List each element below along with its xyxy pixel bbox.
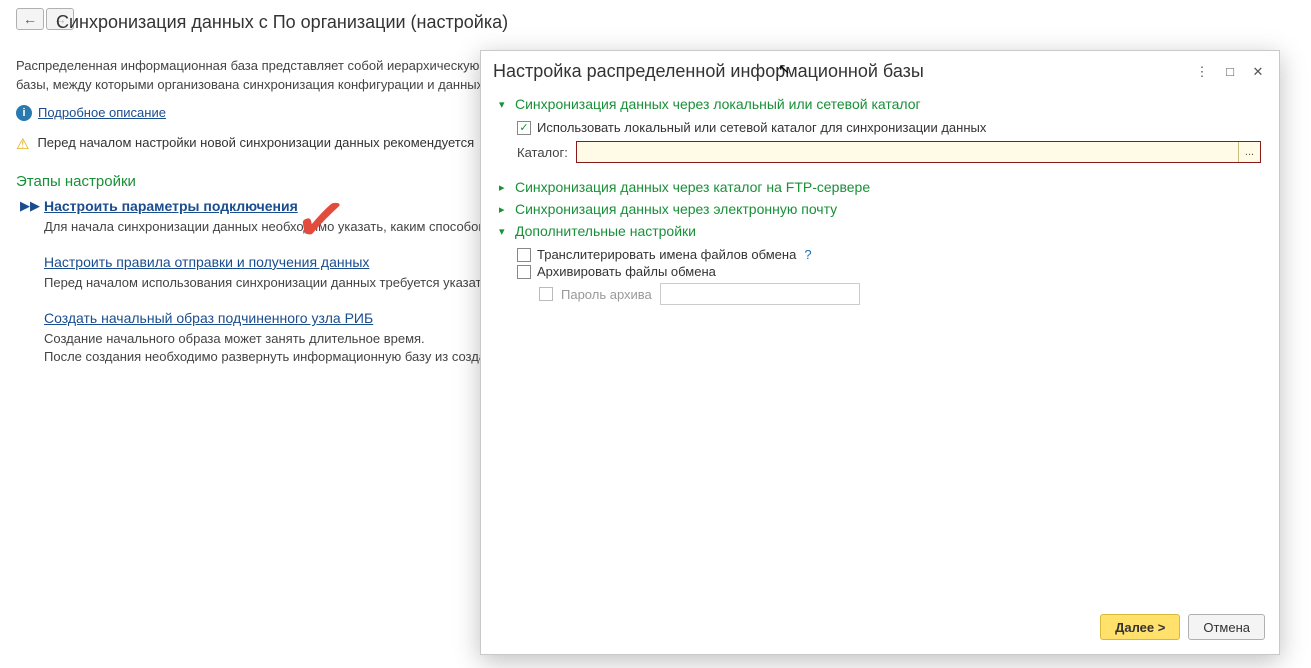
chevron-down-icon: ▾ (499, 225, 511, 238)
archive-password-row: Пароль архива (539, 283, 1261, 305)
chevron-right-icon: ▸ (499, 181, 511, 194)
dialog-title: Настройка распределенной информационной … (493, 61, 1191, 82)
translit-row: Транслитерировать имена файлов обмена ? (517, 247, 1261, 262)
settings-dialog: Настройка распределенной информационной … (480, 50, 1280, 655)
use-catalog-label: Использовать локальный или сетевой катал… (537, 120, 986, 135)
archive-label: Архивировать файлы обмена (537, 264, 716, 279)
translit-label: Транслитерировать имена файлов обмена (537, 247, 796, 262)
group-extra-title: Дополнительные настройки (515, 223, 696, 239)
dialog-header: Настройка распределенной информационной … (481, 51, 1279, 90)
next-button[interactable]: Далее > (1100, 614, 1180, 640)
group-local-catalog: ▾ Синхронизация данных через локальный и… (499, 96, 1261, 173)
step-1-link[interactable]: Настроить параметры подключения (44, 198, 298, 214)
detail-link[interactable]: Подробное описание (38, 105, 166, 120)
archive-password-label: Пароль архива (561, 287, 652, 302)
group-email: ▸ Синхронизация данных через электронную… (499, 201, 1261, 217)
group-local-catalog-header[interactable]: ▾ Синхронизация данных через локальный и… (499, 96, 1261, 112)
warning-icon: ⚠ (16, 135, 29, 153)
use-catalog-row: ✓ Использовать локальный или сетевой кат… (517, 120, 1261, 135)
archive-password-checkbox (539, 287, 553, 301)
warning-text: Перед началом настройки новой синхрониза… (37, 135, 474, 150)
cancel-button[interactable]: Отмена (1188, 614, 1265, 640)
catalog-label: Каталог: (517, 145, 568, 160)
help-icon[interactable]: ? (804, 247, 811, 262)
group-extra: ▾ Дополнительные настройки Транслитериро… (499, 223, 1261, 307)
kebab-icon[interactable]: ⋮ (1191, 62, 1213, 82)
page-title: Синхронизация данных с По организации (н… (56, 12, 508, 33)
chevron-right-icon: ▸ (499, 203, 511, 216)
window-buttons: ⋮ □ ✕ (1191, 62, 1269, 82)
group-extra-header[interactable]: ▾ Дополнительные настройки (499, 223, 1261, 239)
step-3-link[interactable]: Создать начальный образ подчиненного узл… (44, 310, 373, 326)
maximize-icon[interactable]: □ (1219, 62, 1241, 82)
catalog-field-row: Каталог: ... (517, 141, 1261, 163)
play-icon: ▶▶ (20, 198, 40, 214)
group-local-catalog-title: Синхронизация данных через локальный или… (515, 96, 921, 112)
group-ftp: ▸ Синхронизация данных через каталог на … (499, 179, 1261, 195)
dialog-body: ▾ Синхронизация данных через локальный и… (481, 90, 1279, 604)
catalog-input-wrap: ... (576, 141, 1261, 163)
nav-back-button[interactable]: ← (16, 8, 44, 30)
group-email-title: Синхронизация данных через электронную п… (515, 201, 837, 217)
dialog-footer: Далее > Отмена (481, 604, 1279, 654)
close-icon[interactable]: ✕ (1247, 62, 1269, 82)
group-email-header[interactable]: ▸ Синхронизация данных через электронную… (499, 201, 1261, 217)
red-checkmark-annotation: ✓ (290, 180, 352, 261)
catalog-input[interactable] (577, 142, 1238, 162)
group-ftp-header[interactable]: ▸ Синхронизация данных через каталог на … (499, 179, 1261, 195)
catalog-browse-button[interactable]: ... (1238, 142, 1260, 162)
chevron-down-icon: ▾ (499, 98, 511, 111)
archive-checkbox[interactable] (517, 265, 531, 279)
archive-password-input (660, 283, 860, 305)
archive-row: Архивировать файлы обмена (517, 264, 1261, 279)
group-ftp-title: Синхронизация данных через каталог на FT… (515, 179, 870, 195)
translit-checkbox[interactable] (517, 248, 531, 262)
info-icon: i (16, 105, 32, 121)
use-catalog-checkbox[interactable]: ✓ (517, 121, 531, 135)
